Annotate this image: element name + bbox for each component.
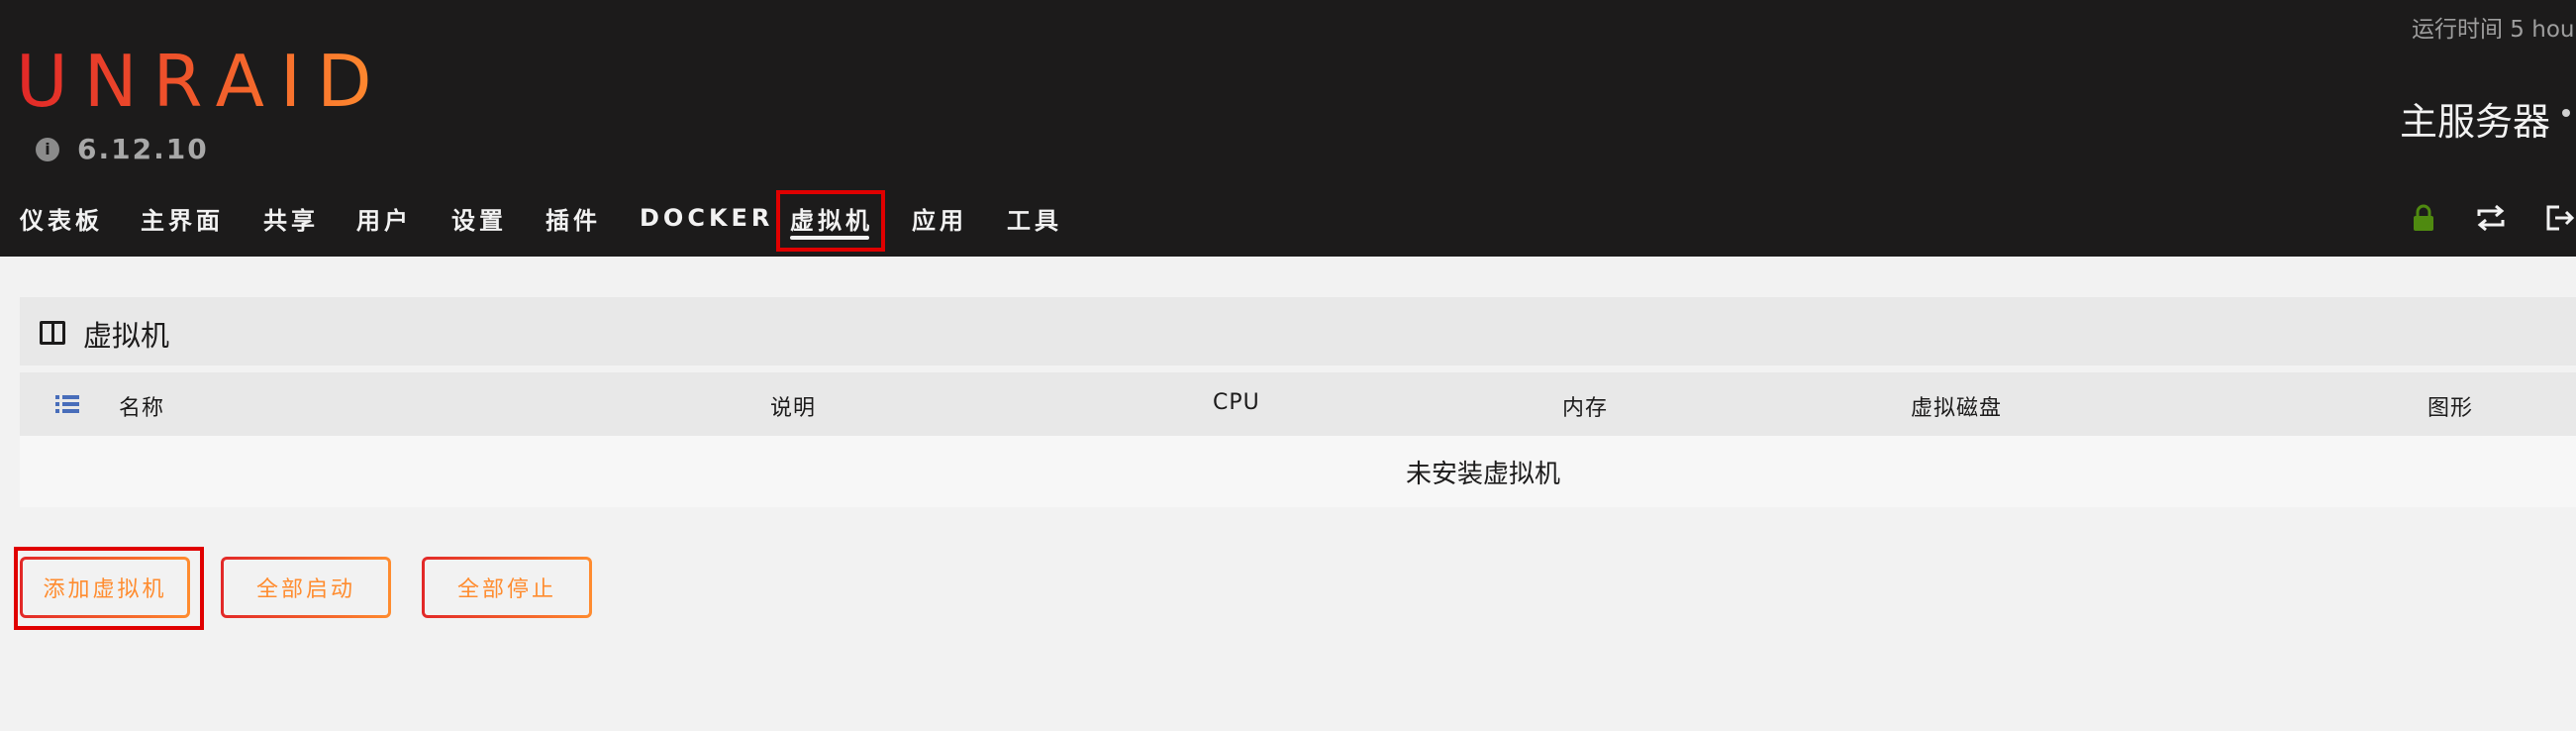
nav-plugins[interactable]: 插件	[545, 188, 601, 248]
nav-docker[interactable]: DOCKER	[640, 188, 773, 248]
vm-panel-title: 虚拟机	[83, 319, 170, 353]
columns-icon	[40, 321, 65, 345]
add-vm-highlight-box	[14, 547, 204, 630]
column-header-memory: 内存	[1562, 396, 1609, 421]
logout-icon[interactable]	[2544, 202, 2576, 234]
nav-users[interactable]: 用户	[356, 188, 412, 248]
version-text: 6.12.10	[77, 133, 209, 165]
column-header-vdisks: 虚拟磁盘	[1911, 396, 2003, 421]
nav-apps[interactable]: 应用	[912, 188, 967, 248]
vm-table-body: 未安装虚拟机	[20, 436, 2576, 507]
list-view-icon[interactable]	[55, 394, 79, 414]
version-info: i 6.12.10	[36, 133, 209, 165]
nav-tools[interactable]: 工具	[1007, 188, 1062, 248]
vm-table-header: 名称 说明 CPU 内存 虚拟磁盘 图形	[20, 372, 2576, 436]
column-header-description: 说明	[770, 396, 817, 421]
stop-all-button[interactable]: 全部停止	[422, 557, 592, 618]
start-all-button[interactable]: 全部启动	[221, 557, 391, 618]
swap-icon[interactable]	[2475, 202, 2507, 234]
server-status-dot	[2562, 109, 2570, 117]
uptime-text: 运行时间 5 hours	[2412, 17, 2576, 43]
nav-dashboard[interactable]: 仪表板	[20, 188, 103, 248]
server-name: 主服务器	[2400, 100, 2551, 144]
nav-settings[interactable]: 设置	[451, 188, 507, 248]
top-header: UNRAID i 6.12.10 运行时间 5 hours 主服务器 仪表板 主…	[0, 0, 2576, 257]
nav-main[interactable]: 主界面	[141, 188, 224, 248]
vm-panel-header: 虚拟机	[20, 297, 2576, 368]
column-header-name[interactable]: 名称	[119, 390, 164, 422]
lock-icon[interactable]	[2408, 202, 2439, 234]
column-header-graphics: 图形	[2427, 396, 2474, 421]
nav-vms-highlight-box	[776, 190, 885, 252]
column-header-cpu: CPU	[1213, 390, 1260, 415]
empty-vm-message: 未安装虚拟机	[1406, 460, 1561, 489]
vm-panel: 虚拟机 名称 说明 CPU 内存 虚拟磁盘 图形 未安装虚拟机	[20, 297, 2576, 507]
nav-shares[interactable]: 共享	[263, 188, 319, 248]
unraid-logo[interactable]: UNRAID	[16, 46, 388, 117]
info-icon[interactable]: i	[36, 137, 59, 161]
